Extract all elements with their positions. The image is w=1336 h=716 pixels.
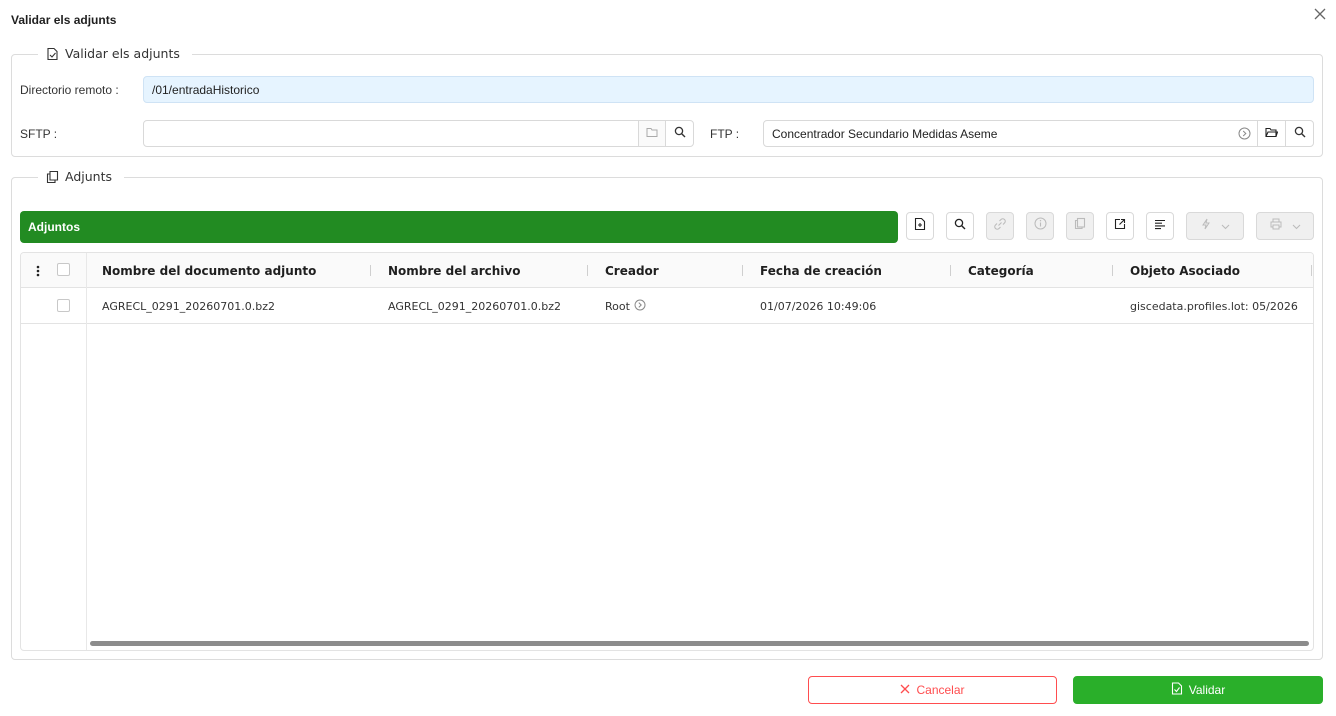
print-icon xyxy=(1270,217,1282,235)
lightning-icon xyxy=(1201,217,1211,235)
table-header: Nombre del documento adjunto Nombre del … xyxy=(21,253,1313,288)
validate-group-legend-text: Validar els adjunts xyxy=(65,46,180,61)
validate-button[interactable]: Validar xyxy=(1073,676,1323,704)
folder-open-icon xyxy=(646,125,659,143)
cell-created-at: 01/07/2026 10:49:06 xyxy=(760,299,877,313)
column-header-creator[interactable]: Creador xyxy=(605,253,659,288)
sftp-folder-button xyxy=(638,120,666,147)
column-header-created-at[interactable]: Fecha de creación xyxy=(760,253,882,288)
attachments-group-legend: Adjunts xyxy=(38,169,124,185)
link-button[interactable] xyxy=(986,212,1014,240)
sftp-label: SFTP : xyxy=(20,127,58,141)
print-dropdown-button[interactable] xyxy=(1256,212,1314,240)
attachments-group-legend-text: Adjunts xyxy=(65,169,112,184)
ftp-search-button[interactable] xyxy=(1285,120,1314,147)
cell-creator: Root xyxy=(605,288,646,324)
open-external-button[interactable] xyxy=(1106,212,1134,240)
select-all-checkbox[interactable] xyxy=(57,263,70,276)
fixed-column-divider xyxy=(86,253,87,650)
duplicate-icon xyxy=(1074,217,1086,235)
cell-document-name: AGRECL_0291_20260701.0.bz2 xyxy=(102,299,275,313)
column-resizer[interactable] xyxy=(1311,265,1312,276)
attachments-toolbar-title: Adjuntos xyxy=(20,211,898,243)
close-icon xyxy=(900,683,910,697)
cancel-button-label: Cancelar xyxy=(916,683,965,697)
row-checkbox[interactable] xyxy=(57,299,70,312)
search-icon xyxy=(674,125,686,143)
column-options-icon[interactable] xyxy=(35,264,41,278)
ftp-field-value: Concentrador Secundario Medidas Aseme xyxy=(772,126,998,141)
dialog-title: Validar els adjunts xyxy=(11,13,117,27)
search-icon xyxy=(954,217,966,235)
chevron-down-icon xyxy=(1221,217,1230,235)
file-check-icon xyxy=(46,47,59,61)
align-left-button[interactable] xyxy=(1146,212,1174,240)
cancel-button[interactable]: Cancelar xyxy=(808,676,1057,704)
validate-button-label: Validar xyxy=(1188,683,1226,697)
ftp-folder-button[interactable] xyxy=(1257,120,1286,147)
column-resizer[interactable] xyxy=(370,265,371,276)
sftp-field[interactable] xyxy=(143,120,639,147)
actions-dropdown-button[interactable] xyxy=(1186,212,1244,240)
link-icon xyxy=(994,217,1006,235)
align-left-icon xyxy=(1154,217,1166,235)
column-resizer[interactable] xyxy=(1112,265,1113,276)
new-document-icon xyxy=(914,217,926,236)
ftp-label: FTP : xyxy=(710,127,740,141)
open-record-icon[interactable] xyxy=(634,299,646,314)
remote-dir-field[interactable]: /01/entradaHistorico xyxy=(143,76,1314,103)
column-header-category[interactable]: Categoría xyxy=(968,253,1034,288)
cell-associated-object: giscedata.profiles.lot: 05/2026 xyxy=(1130,299,1298,313)
info-button[interactable] xyxy=(1026,212,1054,240)
column-header-associated-object[interactable]: Objeto Asociado xyxy=(1130,253,1240,288)
chevron-down-icon xyxy=(1292,217,1301,235)
cell-file-name: AGRECL_0291_20260701.0.bz2 xyxy=(388,299,561,313)
folder-open-icon xyxy=(1265,125,1279,143)
close-icon[interactable] xyxy=(1312,6,1328,22)
new-attachment-button[interactable] xyxy=(906,212,934,240)
info-icon xyxy=(1034,217,1047,235)
ftp-open-record-icon[interactable] xyxy=(1238,127,1251,140)
remote-dir-label: Directorio remoto : xyxy=(20,83,119,97)
creator-name: Root xyxy=(605,299,630,313)
search-icon xyxy=(1294,125,1306,143)
column-resizer[interactable] xyxy=(742,265,743,276)
ftp-field[interactable]: Concentrador Secundario Medidas Aseme xyxy=(763,120,1258,147)
open-external-icon xyxy=(1114,217,1126,235)
duplicate-button[interactable] xyxy=(1066,212,1094,240)
scrollbar-thumb[interactable] xyxy=(90,641,1309,646)
column-resizer[interactable] xyxy=(587,265,588,276)
attachments-table: Nombre del documento adjunto Nombre del … xyxy=(20,252,1314,651)
column-resizer[interactable] xyxy=(950,265,951,276)
files-icon xyxy=(46,170,59,184)
toolbar-title-text: Adjuntos xyxy=(28,220,80,234)
table-row[interactable]: AGRECL_0291_20260701.0.bz2 AGRECL_0291_2… xyxy=(21,288,1313,324)
column-header-document-name[interactable]: Nombre del documento adjunto xyxy=(102,253,316,288)
sftp-search-button[interactable] xyxy=(665,120,694,147)
file-check-icon xyxy=(1171,682,1183,698)
column-header-file-name[interactable]: Nombre del archivo xyxy=(388,253,521,288)
search-attachments-button[interactable] xyxy=(946,212,974,240)
validate-group-legend: Validar els adjunts xyxy=(38,46,192,62)
horizontal-scrollbar[interactable] xyxy=(87,639,1313,647)
